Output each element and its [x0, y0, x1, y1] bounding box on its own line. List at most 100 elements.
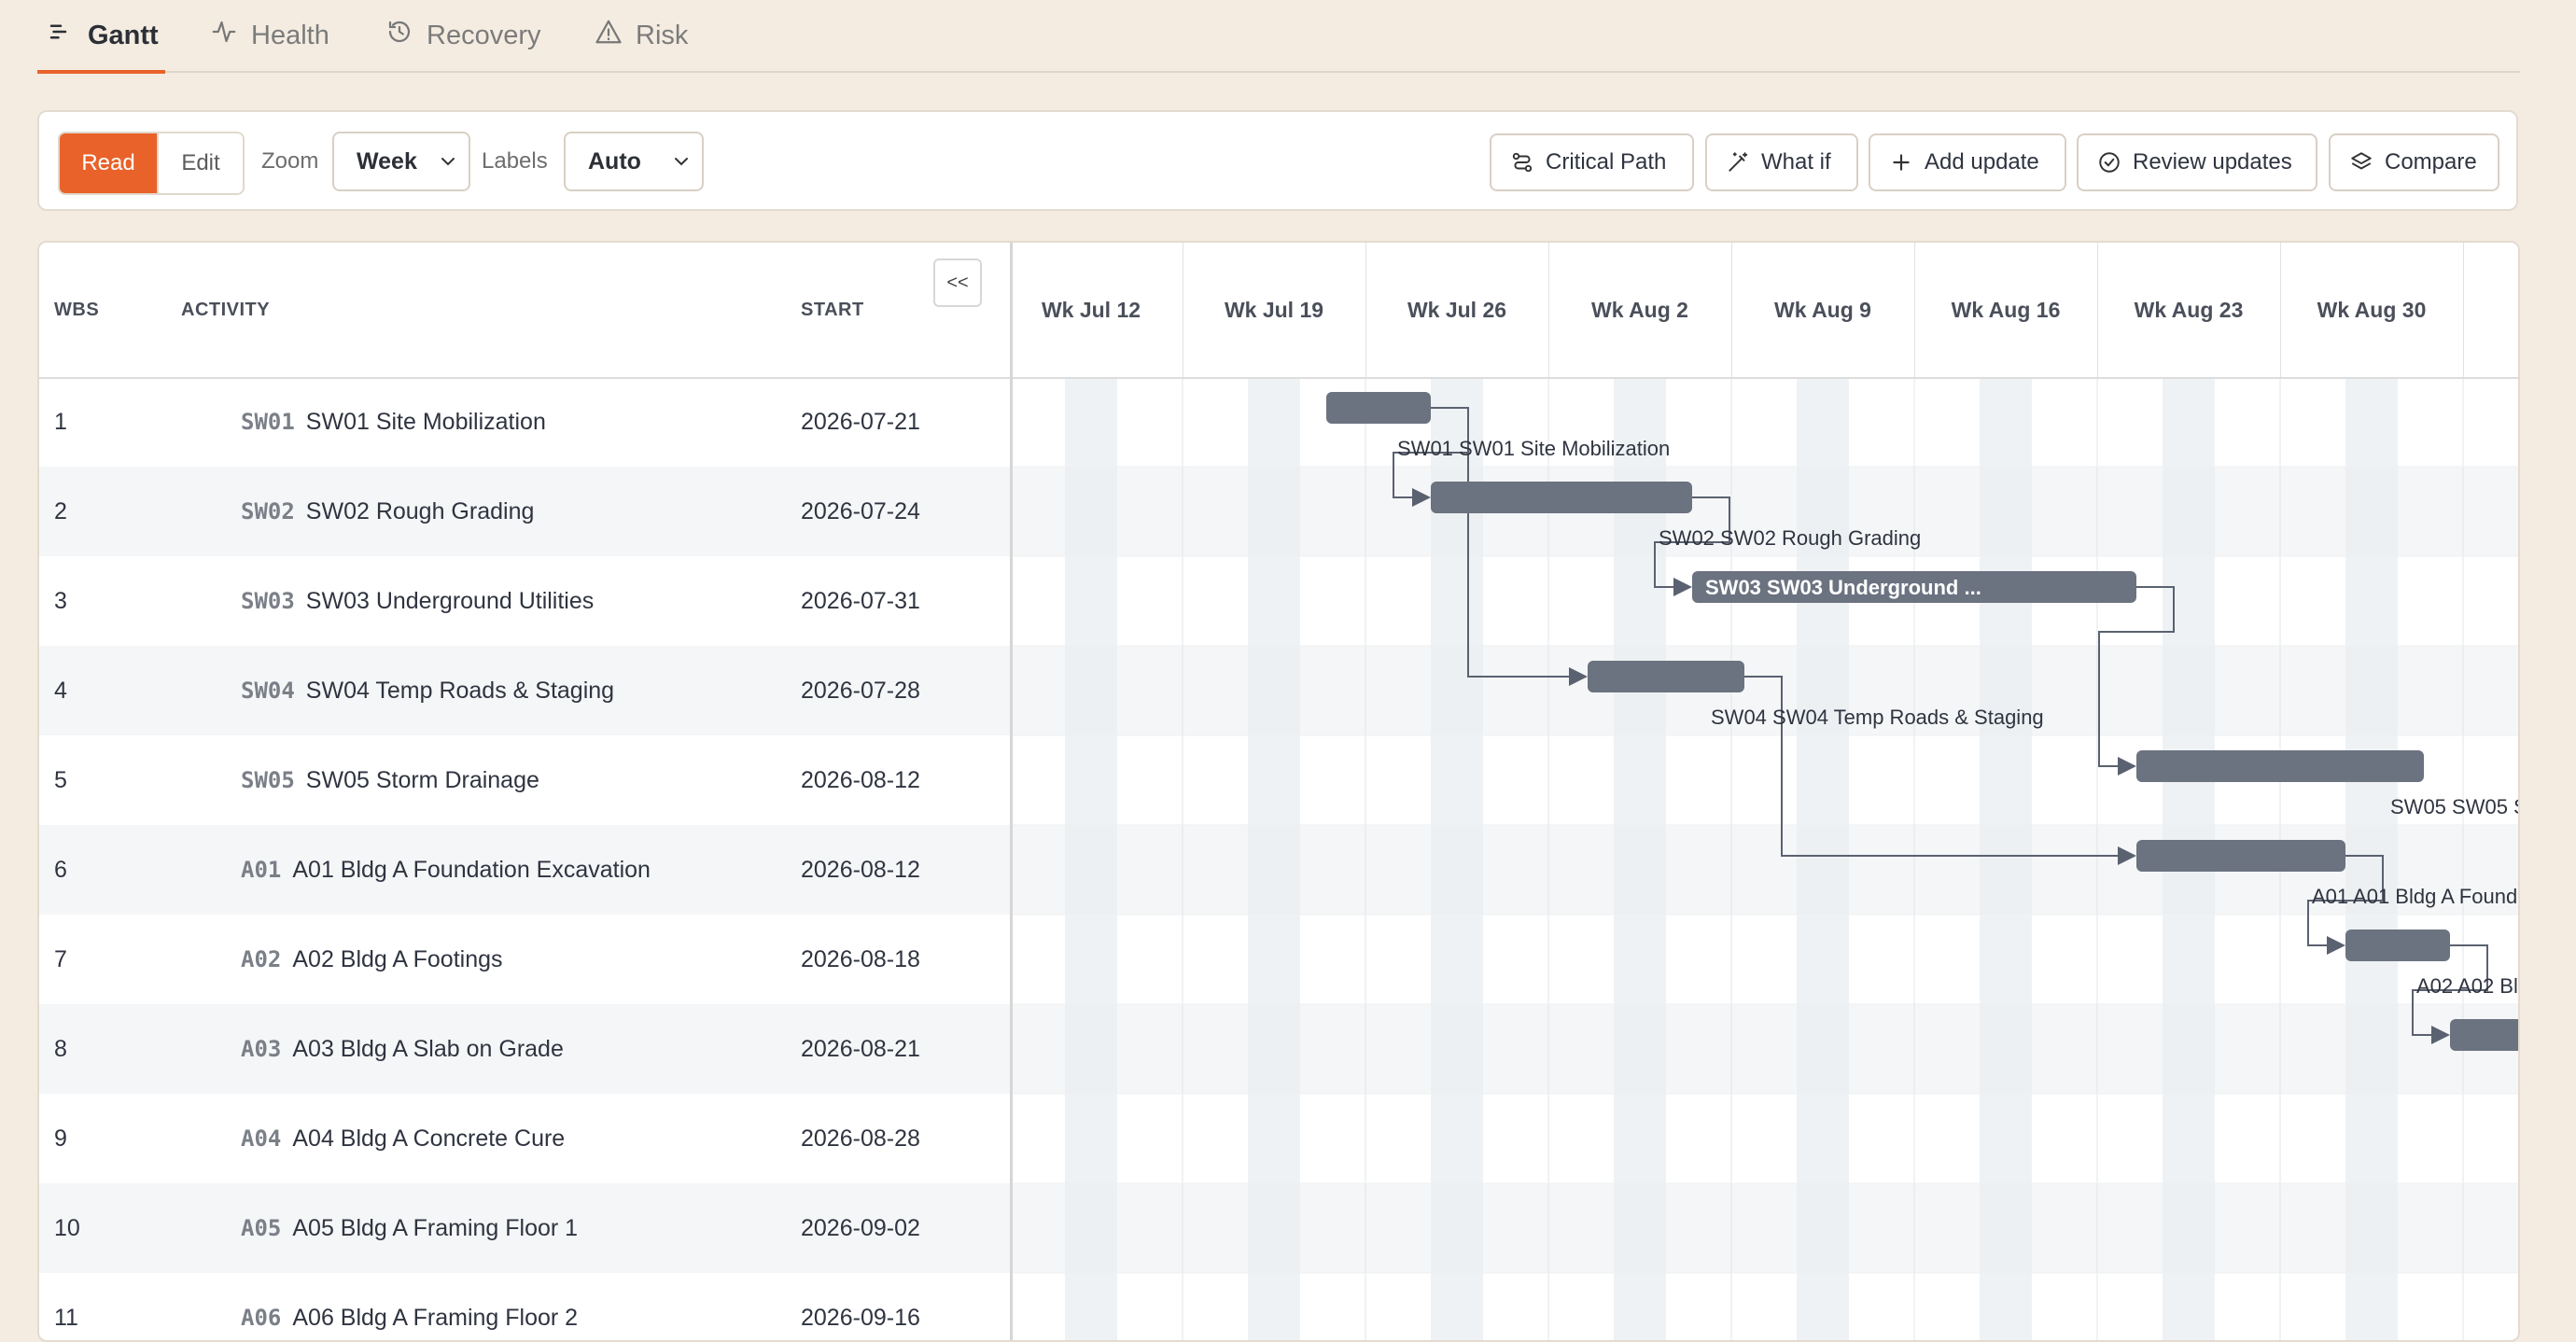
week-header-label: Wk Jul 26: [1407, 297, 1507, 322]
gantt-bar[interactable]: [2136, 750, 2424, 782]
start-cell: 2026-08-12: [801, 856, 920, 883]
table-row[interactable]: 11 A06 A06 Bldg A Framing Floor 2 2026-09-1…: [39, 1273, 1010, 1340]
start-cell: 2026-08-21: [801, 1035, 920, 1062]
weekend-shade: [1614, 377, 1666, 1340]
gantt-bar-label: A02 A02 Bldg A Footings: [2416, 974, 2520, 998]
gantt-chart: SW01 SW01 Site Mobilization SW02 SW02 Rou…: [1013, 377, 2520, 1340]
tab-gantt[interactable]: Gantt: [47, 0, 159, 71]
wbs-cell: 7: [54, 945, 67, 972]
wbs-cell: 11: [54, 1304, 78, 1331]
schedule-panel: WBS ACTIVITY START << Wk Jul 12 Wk Jul 19…: [37, 241, 2520, 1342]
add-update-button[interactable]: Add update: [1869, 133, 2066, 191]
table-row[interactable]: 4 SW04 SW04 Temp Roads & Staging 2026-07-28: [39, 646, 1010, 735]
week-header-label: Wk Jul 12: [1041, 297, 1141, 322]
start-cell: 2026-07-31: [801, 587, 920, 614]
table-row[interactable]: 1 SW01 SW01 Site Mobilization 2026-07-21: [39, 377, 1010, 467]
table-row[interactable]: 2 SW02 SW02 Rough Grading 2026-07-24: [39, 467, 1010, 556]
gantt-bar[interactable]: [2450, 1019, 2520, 1051]
gantt-bar-label: SW05 SW05 Storm Drainage: [2390, 795, 2520, 818]
table-row[interactable]: 6 A01 A01 Bldg A Foundation Excavation 2026…: [39, 825, 1010, 915]
zoom-select[interactable]: Week: [332, 132, 470, 191]
check-circle-icon: [2099, 152, 2120, 173]
week-header-label: Wk Aug 2: [1591, 297, 1688, 322]
gantt-bar-label: SW04 SW04 Temp Roads & Staging: [1711, 706, 2044, 729]
activity-name: A06 Bldg A Framing Floor 2: [292, 1304, 579, 1331]
week-header-label: Wk S: [2463, 243, 2518, 377]
activity-code: SW04: [241, 678, 295, 704]
activity-name: SW05 Storm Drainage: [305, 766, 539, 793]
activity-name: SW02 Rough Grading: [305, 497, 535, 524]
edit-mode-button[interactable]: Edit: [157, 133, 243, 193]
gantt-icon: [47, 18, 75, 53]
activity-name: A01 Bldg A Foundation Excavation: [292, 856, 651, 883]
table-row[interactable]: 8 A03 A03 Bldg A Slab on Grade 2026-08-21: [39, 1004, 1010, 1094]
start-cell: 2026-09-16: [801, 1304, 920, 1331]
wbs-cell: 8: [54, 1035, 67, 1062]
wbs-column-header[interactable]: WBS: [54, 243, 99, 377]
activity-cell: A05 A05 Bldg A Framing Floor 1: [241, 1183, 578, 1273]
gantt-bar-label: SW01 SW01 Site Mobilization: [1397, 437, 1670, 460]
gantt-bar[interactable]: [1431, 482, 1692, 513]
zoom-label: Zoom: [261, 148, 319, 174]
tab-label: Health: [251, 20, 329, 50]
read-mode-button[interactable]: Read: [60, 133, 157, 193]
table-row[interactable]: 7 A02 A02 Bldg A Footings 2026-08-18: [39, 915, 1010, 1004]
activity-name: SW03 Underground Utilities: [305, 587, 595, 614]
start-cell: 2026-08-28: [801, 1125, 920, 1152]
gantt-bar[interactable]: [2345, 930, 2450, 961]
tab-recovery[interactable]: Recovery: [385, 0, 541, 71]
history-icon: [385, 18, 413, 53]
table-row[interactable]: 3 SW03 SW03 Underground Utilities 2026-07-3…: [39, 556, 1010, 646]
labels-label: Labels: [482, 148, 548, 174]
wbs-cell: 4: [54, 677, 67, 704]
gantt-bar[interactable]: [1326, 392, 1431, 424]
weekend-shade: [1065, 377, 1117, 1340]
start-cell: 2026-07-24: [801, 497, 920, 524]
activity-cell: A02 A02 Bldg A Footings: [241, 915, 503, 1004]
collapse-grid-button[interactable]: <<: [933, 259, 982, 307]
activity-cell: A03 A03 Bldg A Slab on Grade: [241, 1004, 564, 1094]
table-row[interactable]: 9 A04 A04 Bldg A Concrete Cure 2026-08-28: [39, 1094, 1010, 1183]
gantt-bar-label: A01 A01 Bldg A Foundation Excavation: [2312, 885, 2520, 908]
gantt-bar[interactable]: [2136, 840, 2345, 872]
activity-code: A05: [241, 1215, 282, 1241]
compare-button[interactable]: Compare: [2329, 133, 2499, 191]
labels-value: Auto: [588, 147, 641, 175]
tab-health[interactable]: Health: [210, 0, 329, 71]
wbs-cell: 3: [54, 587, 67, 614]
pane-splitter[interactable]: [1010, 243, 1013, 1340]
tab-label: Recovery: [427, 20, 541, 50]
activity-cell: SW02 SW02 Rough Grading: [241, 467, 534, 556]
layers-icon: [2351, 152, 2372, 170]
grid-header: WBS ACTIVITY START << Wk Jul 12 Wk Jul 19…: [39, 243, 2518, 379]
activity-name: A02 Bldg A Footings: [292, 945, 503, 972]
activity-code: SW02: [241, 498, 295, 524]
activity-code: SW05: [241, 767, 295, 793]
warning-icon: [595, 18, 623, 53]
toolbar: Read Edit Zoom Week Labels Auto Critical…: [37, 110, 2518, 211]
start-cell: 2026-09-02: [801, 1214, 920, 1241]
wbs-cell: 10: [54, 1214, 80, 1241]
table-row[interactable]: 5 SW05 SW05 Storm Drainage 2026-08-12: [39, 735, 1010, 825]
week-header-label: Wk Aug 30: [2317, 297, 2427, 322]
magic-wand-icon: [1729, 152, 1748, 172]
gantt-bar[interactable]: [1588, 661, 1744, 692]
activity-column-header[interactable]: ACTIVITY: [181, 243, 270, 377]
weekend-shade: [1431, 377, 1483, 1340]
week-header-label: Wk Jul 19: [1224, 297, 1324, 322]
start-cell: 2026-07-21: [801, 408, 920, 435]
start-column-header[interactable]: START: [801, 243, 864, 377]
activity-code: SW03: [241, 588, 295, 614]
review-updates-button[interactable]: Review updates: [2077, 133, 2317, 191]
tab-risk[interactable]: Risk: [595, 0, 688, 71]
activity-name: SW04 Temp Roads & Staging: [305, 677, 615, 704]
labels-select[interactable]: Auto: [564, 132, 704, 191]
week-header-label: Wk Aug 23: [2134, 297, 2244, 322]
week-header-label: Wk Aug 16: [1951, 297, 2061, 322]
table-row[interactable]: 10 A05 A05 Bldg A Framing Floor 1 2026-09-0…: [39, 1183, 1010, 1273]
activity-cell: A06 A06 Bldg A Framing Floor 2: [241, 1273, 579, 1340]
weekend-shade: [1797, 377, 1849, 1340]
critical-path-button[interactable]: Critical Path: [1490, 133, 1694, 191]
what-if-button[interactable]: What if: [1705, 133, 1858, 191]
gantt-bar-label: SW03 SW03 Underground ...: [1705, 576, 1981, 599]
